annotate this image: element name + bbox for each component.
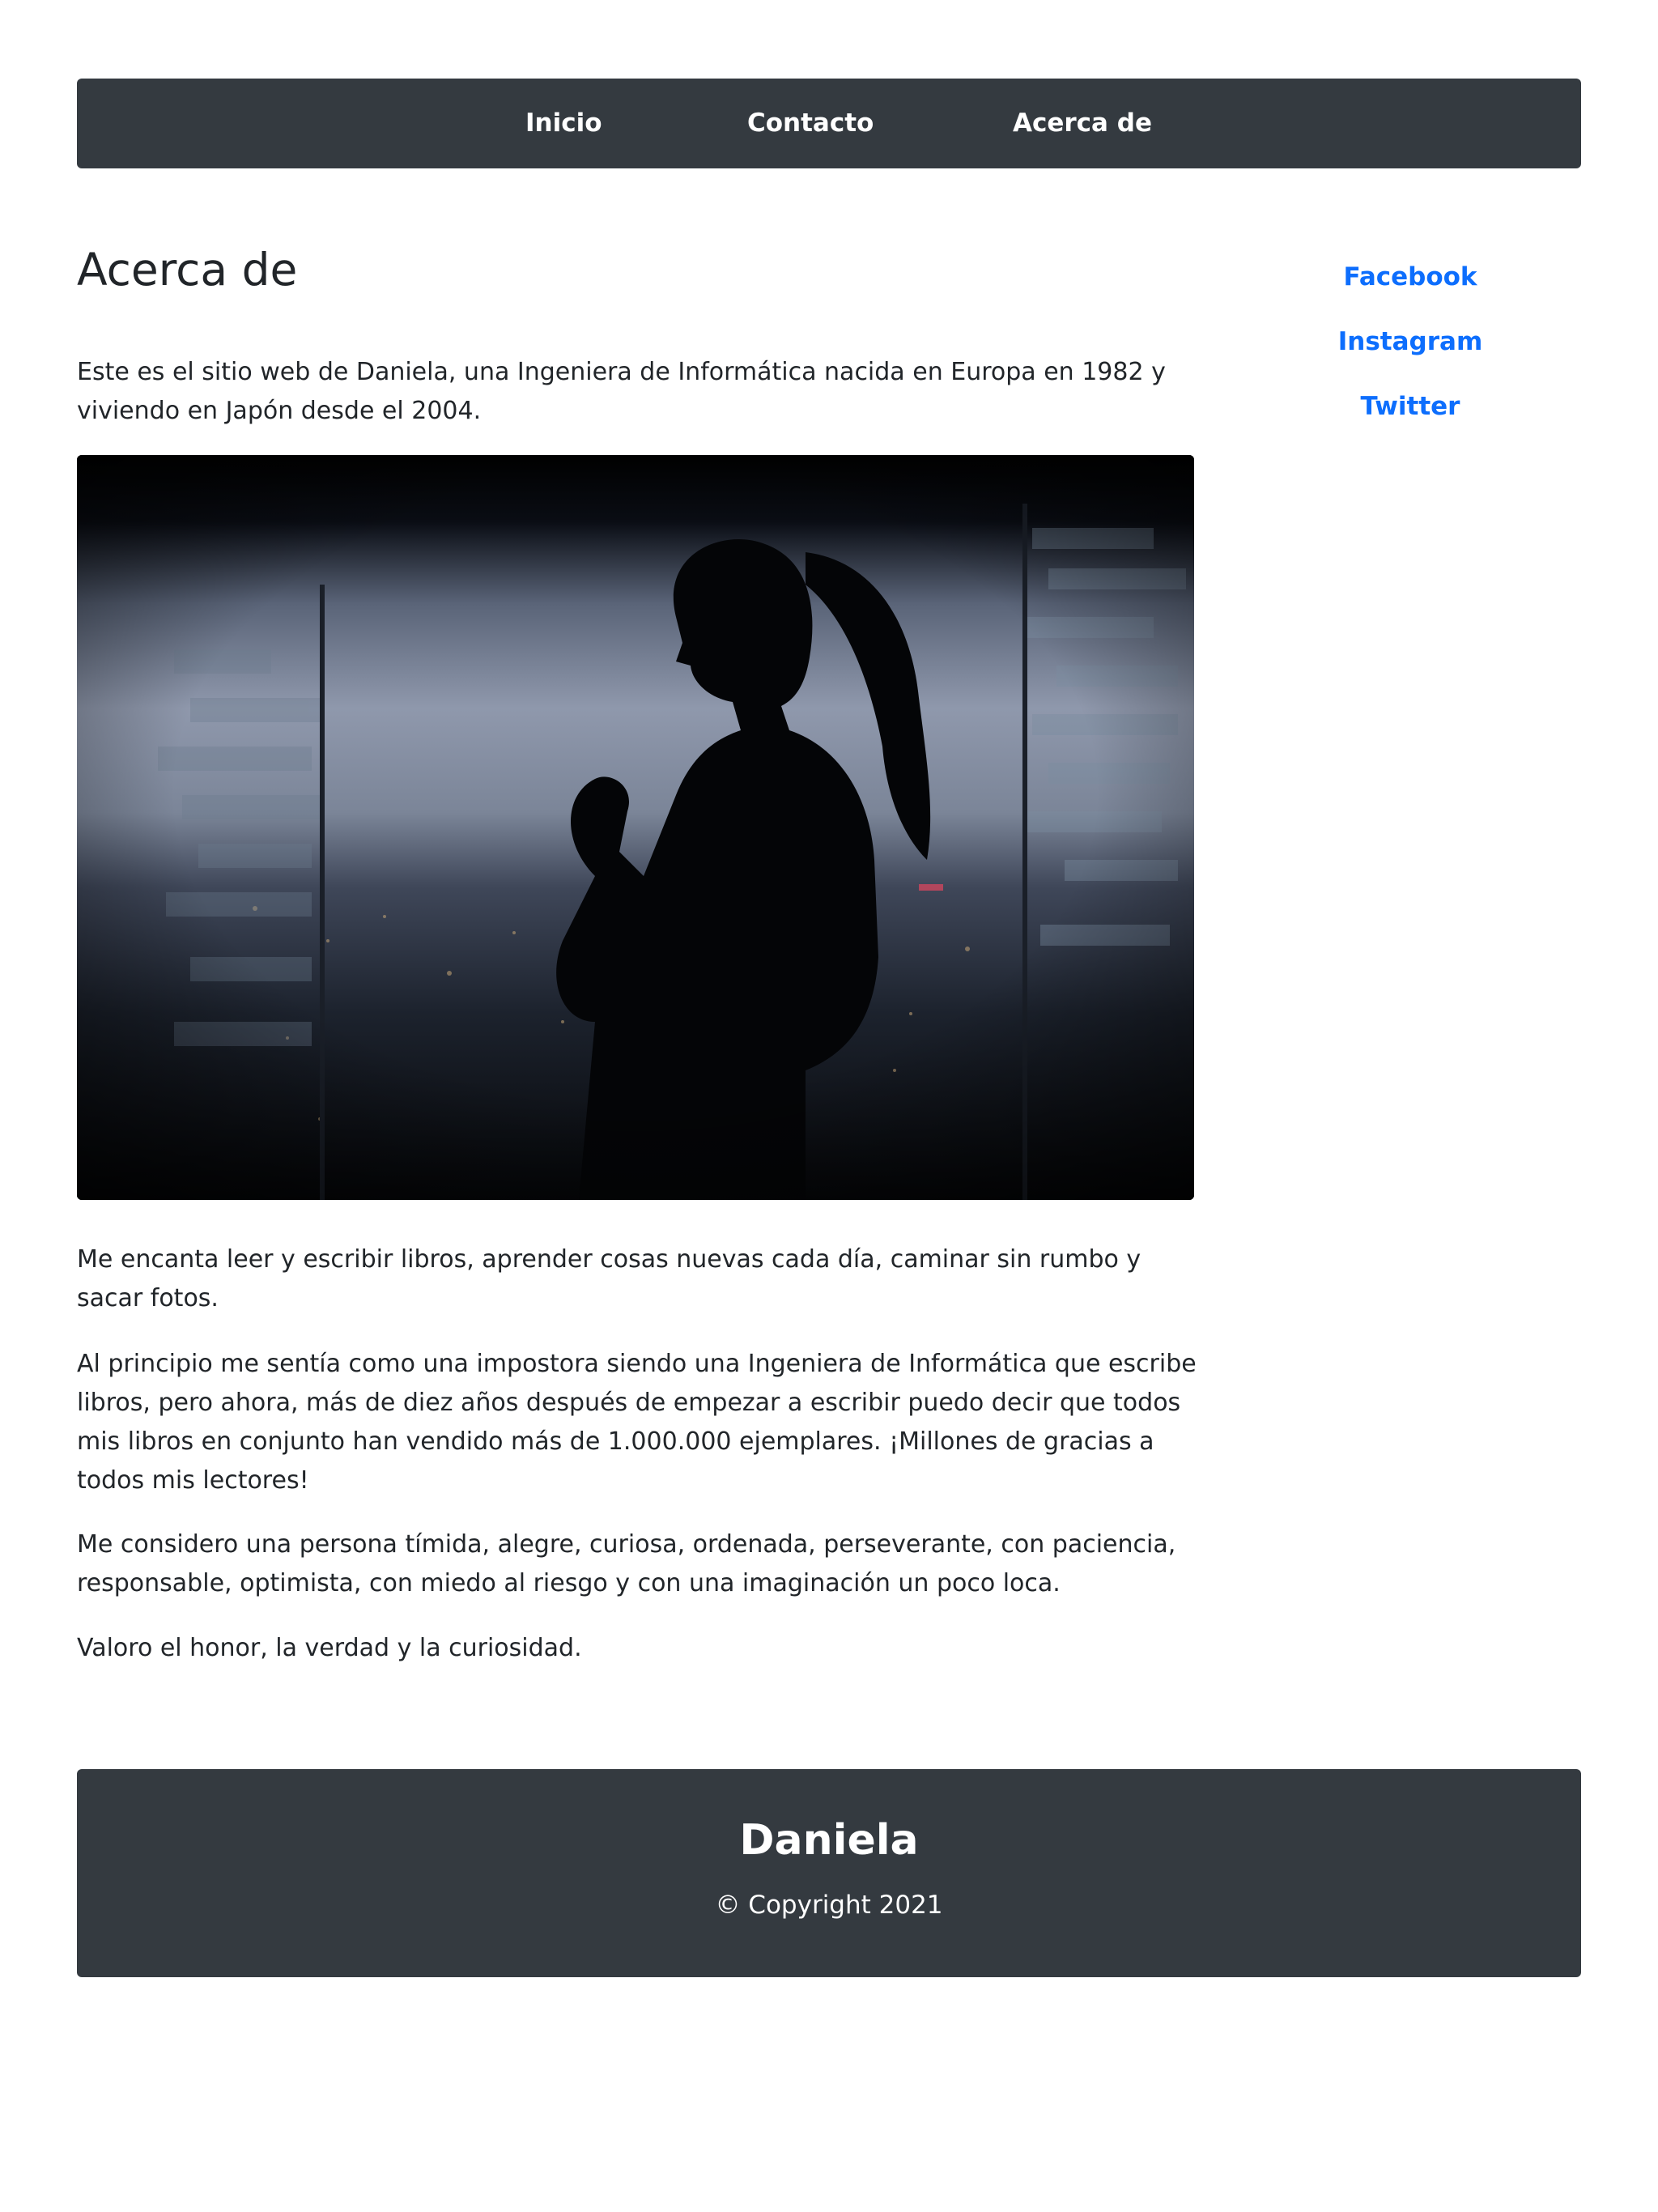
nav-link-contacto[interactable]: Contacto — [747, 79, 874, 168]
nav-link-inicio[interactable]: Inicio — [525, 79, 602, 168]
about-paragraph-hobbies: Me encanta leer y escribir libros, apren… — [77, 1245, 1141, 1312]
sidebar-link-facebook[interactable]: Facebook — [1265, 262, 1556, 292]
intro-paragraph: Este es el sitio web de Daniela, una Ing… — [77, 358, 1166, 425]
sidebar-link-twitter[interactable]: Twitter — [1265, 392, 1556, 422]
site-footer: Daniela © Copyright 2021 — [77, 1769, 1581, 1977]
nav-link-acerca-de[interactable]: Acerca de — [1013, 79, 1152, 168]
page-title: Acerca de — [77, 244, 298, 296]
about-paragraph-personality: Me considero una persona tímida, alegre,… — [77, 1530, 1176, 1597]
about-paragraph-career: Al principio me sentía como una impostor… — [77, 1350, 1197, 1495]
footer-copyright: © Copyright 2021 — [715, 1891, 943, 1920]
top-navbar: Inicio Contacto Acerca de — [77, 79, 1581, 168]
footer-site-name: Daniela — [739, 1816, 919, 1865]
sidebar-link-instagram[interactable]: Instagram — [1265, 327, 1556, 357]
about-paragraph-values: Valoro el honor, la verdad y la curiosid… — [77, 1634, 582, 1662]
profile-photo — [77, 455, 1194, 1200]
